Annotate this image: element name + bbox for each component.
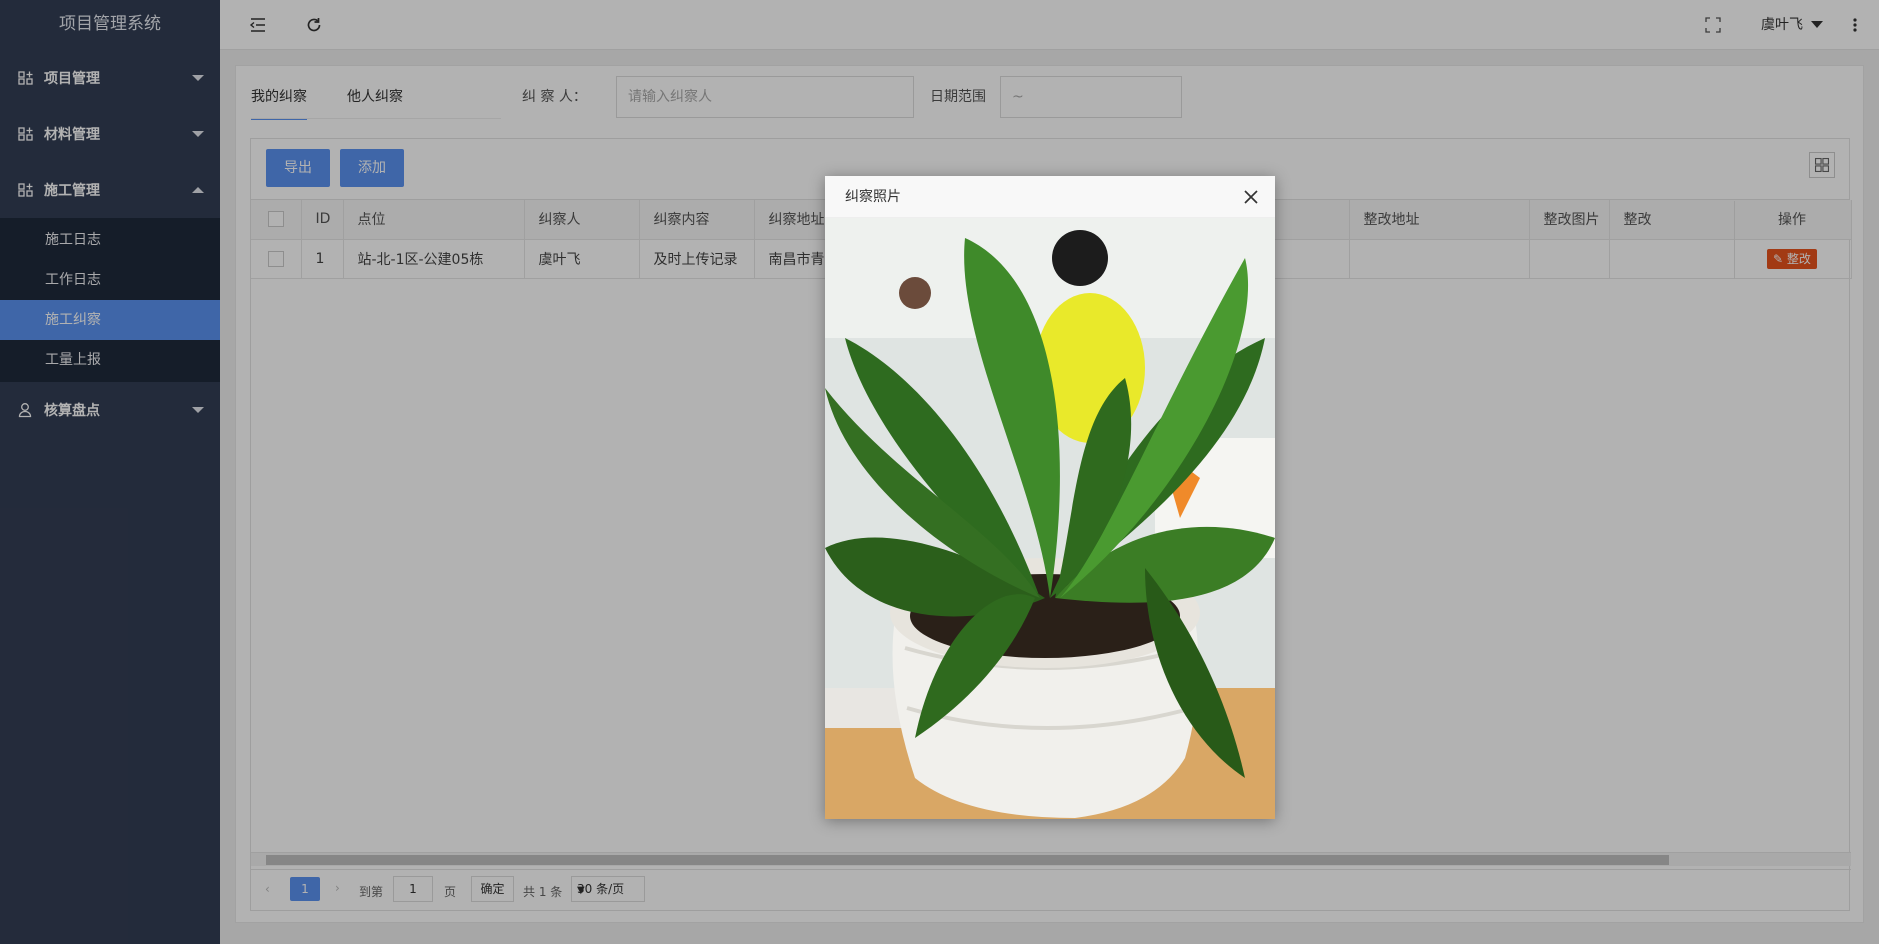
close-icon[interactable] [1241,187,1261,207]
modal-title: 纠察照片 [845,189,901,205]
inspection-photo [825,218,1275,819]
modal-header: 纠察照片 [825,176,1275,218]
photo-modal: 纠察照片 [825,176,1275,819]
